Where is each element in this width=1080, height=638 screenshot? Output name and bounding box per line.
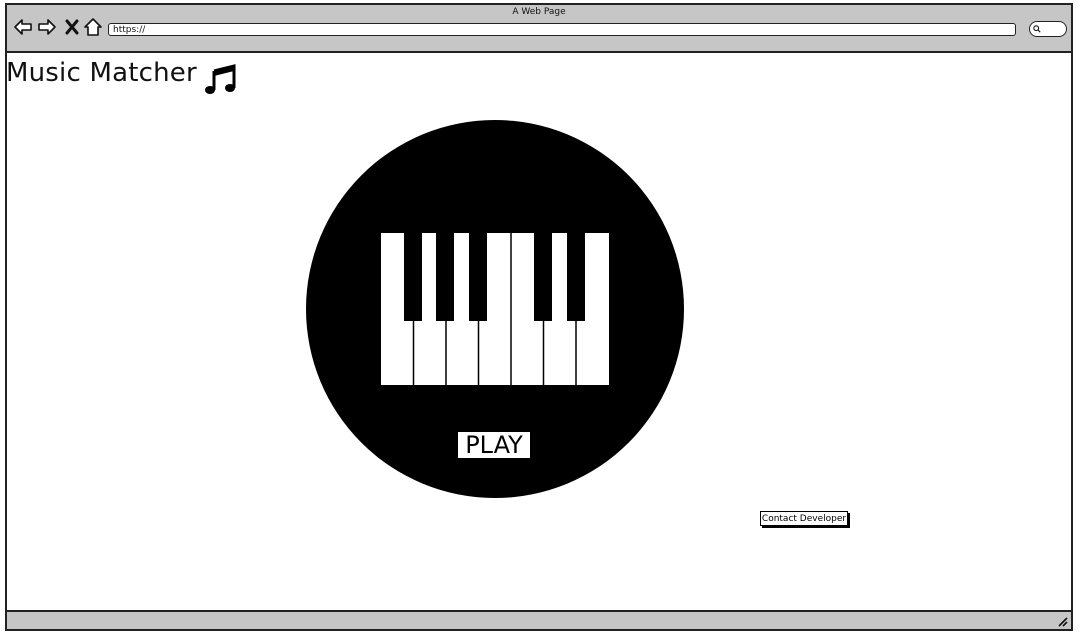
search-field[interactable] bbox=[1029, 21, 1067, 37]
url-bar[interactable]: https:// bbox=[108, 23, 1016, 36]
search-icon bbox=[1033, 25, 1041, 33]
back-arrow-icon[interactable] bbox=[13, 17, 33, 37]
close-x-icon[interactable] bbox=[62, 17, 82, 37]
play-button[interactable]: PLAY bbox=[457, 431, 531, 459]
window-title: A Web Page bbox=[512, 7, 566, 17]
browser-toolbar: A Web Page https:// bbox=[7, 5, 1071, 53]
forward-arrow-icon[interactable] bbox=[37, 17, 57, 37]
home-icon[interactable] bbox=[83, 17, 103, 37]
piano-keys-icon bbox=[381, 233, 609, 385]
status-bar bbox=[7, 610, 1071, 629]
music-note-icon bbox=[205, 64, 236, 94]
page-title: Music Matcher bbox=[6, 58, 197, 88]
contact-developer-button[interactable]: Contact Developer bbox=[760, 511, 848, 526]
resize-grip-icon[interactable] bbox=[1056, 615, 1068, 627]
